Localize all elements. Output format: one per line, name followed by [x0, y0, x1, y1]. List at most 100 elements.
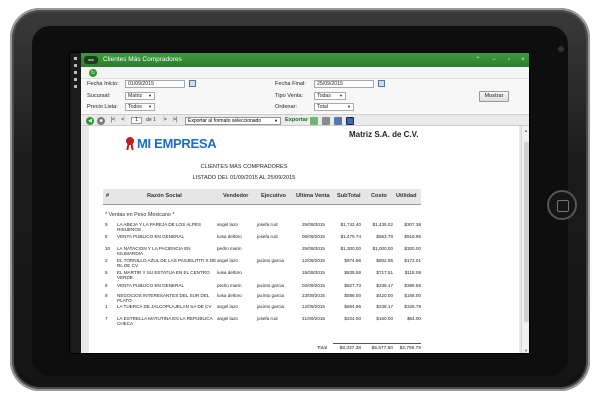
- cell-vendedor: luisa deltoro: [217, 234, 242, 239]
- layout-icon[interactable]: [346, 117, 354, 125]
- app-logo-icon: ww: [84, 56, 98, 64]
- sucursal-label: Sucursal:: [87, 93, 111, 99]
- fecha-inicio-label: Fecha Inicio:: [87, 81, 119, 87]
- cell-razon: VENTA PUBLICO EN GENERAL: [117, 234, 185, 239]
- cell-vendedor: luisa deltoro: [217, 293, 242, 298]
- cell-razon: VENTA PUBLICO EN GENERAL: [117, 283, 185, 288]
- section-label: * Ventas en Peso Mexicano *: [105, 212, 175, 218]
- cell-vendedor: angel lazo: [217, 316, 238, 321]
- column-header: Ultima Venta: [296, 193, 330, 199]
- cell-utilidad: $915.96: [404, 234, 421, 239]
- export-link[interactable]: Exportar: [285, 116, 308, 125]
- cell-subtotal: $1,742.40: [340, 222, 361, 227]
- top-toolbar: ↻: [81, 67, 529, 79]
- home-button[interactable]: [547, 190, 577, 220]
- export-format-value: Exportar al formato seleccionado: [188, 118, 262, 124]
- cell-ultima: 23/09/2015: [302, 293, 325, 298]
- side-dot: [74, 78, 77, 81]
- cell-utilidad: $300.00: [404, 246, 421, 251]
- page-count: de 1: [146, 117, 156, 123]
- prev-page-icon[interactable]: <: [119, 116, 127, 125]
- refresh-report-icon[interactable]: [310, 117, 318, 125]
- scroll-down-icon[interactable]: ▼: [524, 348, 528, 353]
- precio-lista-select[interactable]: Todos ▼: [125, 103, 155, 111]
- cell-subtotal: $627.73: [344, 283, 361, 288]
- cell-costo: $1,000.00: [372, 246, 393, 251]
- scroll-thumb[interactable]: [524, 142, 529, 322]
- tipo-venta-value: Todas: [317, 93, 331, 99]
- title-bar: ww Clientes Más Compradores ⌃ − ▫ ×: [81, 53, 529, 67]
- cell-ultima: 08/09/2015: [302, 234, 325, 239]
- filter-panel: Fecha Inicio: 01/09/2015 Fecha Final: 25…: [81, 79, 529, 113]
- fecha-final-field[interactable]: 25/09/2015: [314, 80, 374, 88]
- app-screen: ww Clientes Más Compradores ⌃ − ▫ × ↻ Fe…: [69, 52, 530, 354]
- cell-ultima: 25/09/2015: [302, 246, 325, 251]
- report-toolbar: ◀ ■ |< < 1 de 1 > >| Exportar al formato…: [81, 114, 529, 126]
- chevron-down-icon: ▼: [148, 104, 152, 109]
- cell-id: 5: [105, 270, 108, 275]
- tipo-venta-select[interactable]: Todas ▼: [314, 92, 346, 100]
- back-icon[interactable]: ◀: [86, 117, 94, 125]
- total-subtotal: $8,337.38: [339, 346, 361, 351]
- cell-utilidad: $118.08: [404, 270, 421, 275]
- cell-id: 8: [105, 234, 108, 239]
- scroll-up-icon[interactable]: ▲: [524, 128, 528, 133]
- cell-subtotal: $1,300.00: [340, 246, 361, 251]
- export-format-select[interactable]: Exportar al formato seleccionado ▼: [185, 117, 281, 125]
- calendar-icon[interactable]: [189, 80, 196, 87]
- chevron-down-icon: ▼: [148, 93, 152, 98]
- cell-vendedor: angel lazo: [217, 222, 238, 227]
- cell-utilidad: $325.79: [404, 304, 421, 309]
- company-logo: MI EMPRESA: [137, 136, 217, 151]
- side-dot: [74, 64, 77, 67]
- first-page-icon[interactable]: |<: [109, 116, 117, 125]
- fecha-inicio-field[interactable]: 01/09/2015: [125, 80, 185, 88]
- close-icon[interactable]: ×: [518, 53, 528, 67]
- cell-ultima: 12/09/2015: [302, 304, 325, 309]
- calendar-icon[interactable]: [378, 80, 385, 87]
- mostrar-button[interactable]: Mostrar: [479, 91, 509, 102]
- total-utilidad: $2,759.78: [399, 346, 421, 351]
- stop-icon[interactable]: ■: [97, 117, 105, 125]
- column-header: Razón Social: [147, 193, 182, 199]
- cell-utilidad: $168.00: [404, 293, 421, 298]
- report-viewer: MI EMPRESA Matriz S.A. de C.V. CLIENTES …: [81, 126, 529, 353]
- cell-utilidad: $388.56: [404, 283, 421, 288]
- cell-razon: LA TUERCA DE JALCOPLAJELAN SA DE CV: [117, 304, 212, 309]
- cell-subtotal: $564.96: [344, 304, 361, 309]
- vertical-scrollbar[interactable]: ▲ ▼: [521, 126, 529, 353]
- cell-subtotal: $974.96: [344, 258, 361, 263]
- restore-icon[interactable]: ▫: [504, 53, 514, 67]
- column-header: #: [106, 193, 110, 199]
- column-header: SubTotal: [337, 193, 361, 199]
- ordenar-select[interactable]: Total ▼: [314, 103, 354, 111]
- cell-id: 8: [105, 293, 108, 298]
- cell-id: 2: [105, 258, 108, 263]
- report-title: CLIENTES MÁS COMPRADORES: [200, 164, 288, 170]
- refresh-icon[interactable]: ↻: [89, 69, 97, 77]
- cell-vendedor: luisa deltoro: [217, 270, 242, 275]
- last-page-icon[interactable]: >|: [170, 116, 180, 125]
- cell-razon: LA ABEJA Y LA PAREJA DE LOS ALPES RISUEN…: [117, 222, 202, 233]
- column-header: Vendedor: [223, 193, 249, 199]
- page-number-input[interactable]: 1: [131, 117, 142, 124]
- chevron-down-icon: ▼: [274, 118, 278, 123]
- total-divider: [333, 343, 421, 344]
- side-dot: [74, 71, 77, 74]
- minimize-icon[interactable]: −: [489, 53, 499, 67]
- cell-razon: LA NATACION Y LA PACIENCIA EN KILIMARDIA: [117, 246, 191, 257]
- cell-ultima: 25/09/2015: [302, 222, 325, 227]
- sucursal-select[interactable]: Matriz ▼: [125, 92, 155, 100]
- side-dot: [74, 57, 77, 60]
- company-name: Matriz S.A. de C.V.: [349, 130, 419, 139]
- print-icon[interactable]: [334, 117, 342, 125]
- zoom-icon[interactable]: [322, 117, 330, 125]
- next-page-icon[interactable]: >: [161, 116, 169, 125]
- side-dot: [74, 85, 77, 88]
- chevron-down-icon: ▼: [339, 93, 343, 98]
- cell-vendedor: pedro marin: [217, 246, 242, 251]
- cell-vendedor: angel lazo: [217, 304, 238, 309]
- pin-icon[interactable]: ⌃: [473, 53, 483, 67]
- cell-subtotal: $588.00: [344, 293, 361, 298]
- cell-id: 6: [105, 283, 108, 288]
